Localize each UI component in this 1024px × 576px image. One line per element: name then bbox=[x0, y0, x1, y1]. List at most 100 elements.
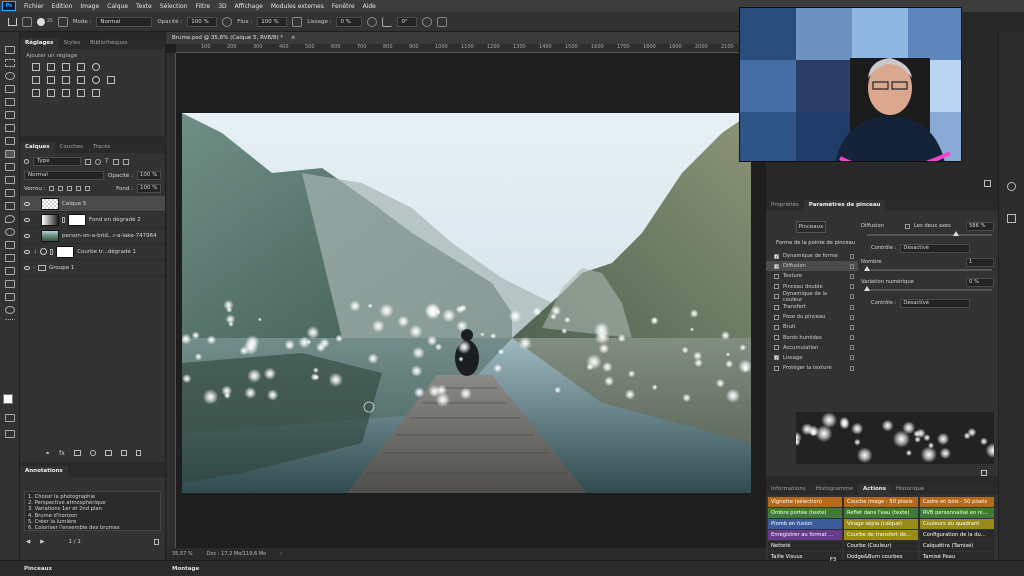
slider-knob[interactable] bbox=[952, 231, 959, 236]
gradient-map-icon[interactable] bbox=[77, 89, 85, 97]
filter-type-icon[interactable]: T bbox=[105, 158, 109, 165]
pressure-size-icon[interactable] bbox=[422, 16, 433, 27]
brush-option-row[interactable]: Transfert bbox=[766, 302, 858, 312]
tab-bibliotheques[interactable]: Bibliothèques bbox=[85, 38, 132, 49]
count-slider[interactable] bbox=[864, 266, 992, 271]
brush-option-row[interactable]: ✓ Lissage bbox=[766, 353, 858, 363]
both-axes-checkbox[interactable] bbox=[905, 223, 910, 229]
channel-mixer-icon[interactable] bbox=[92, 76, 100, 84]
opacity-field[interactable]: 100 % bbox=[187, 16, 218, 27]
trash-icon[interactable] bbox=[135, 450, 141, 456]
angle-field[interactable]: 0° bbox=[397, 16, 418, 27]
menu-edition[interactable]: Edition bbox=[48, 3, 77, 10]
gradient-tool-icon[interactable] bbox=[4, 202, 15, 210]
checkbox[interactable] bbox=[774, 314, 779, 320]
gear-icon[interactable] bbox=[367, 16, 378, 27]
chevron-right-icon[interactable]: › bbox=[33, 265, 35, 271]
tab-historique[interactable]: Historique bbox=[891, 484, 929, 495]
brush-preset-picker[interactable]: 25 bbox=[37, 17, 53, 26]
menu-3d[interactable]: 3D bbox=[214, 3, 230, 10]
screen-mode-icon[interactable] bbox=[5, 430, 15, 438]
brush-tip-shape-label[interactable]: Forme de la pointe de pinceau bbox=[766, 240, 858, 251]
lock-icon[interactable] bbox=[850, 263, 854, 269]
checkbox[interactable] bbox=[774, 294, 779, 300]
action-button[interactable]: Cadre en bois - 50 pixels bbox=[920, 497, 994, 507]
layer-row[interactable]: Calque 5 bbox=[20, 196, 165, 212]
add-swatch-icon[interactable] bbox=[984, 180, 991, 187]
layer-opacity-field[interactable]: 100 % bbox=[136, 171, 161, 180]
control2-select[interactable]: Désactivé bbox=[900, 298, 971, 308]
action-button[interactable]: Plomb en fusion bbox=[768, 519, 842, 529]
lock-icon[interactable] bbox=[850, 324, 854, 330]
brush-option-row[interactable]: ✓ Dynamique de forme bbox=[766, 251, 858, 261]
layer-row[interactable]: Fond en dégradé 2 bbox=[20, 212, 165, 228]
control-select[interactable]: Désactivé bbox=[900, 243, 971, 253]
clone-stamp-tool-icon[interactable] bbox=[4, 163, 15, 171]
checkbox[interactable] bbox=[774, 284, 779, 290]
action-button[interactable]: Couche image - 50 pixels bbox=[844, 497, 918, 507]
mode-select[interactable]: Normal bbox=[96, 16, 153, 27]
arrow-right-icon[interactable]: ▶ bbox=[40, 539, 44, 545]
lock-icon[interactable] bbox=[850, 253, 854, 259]
action-button[interactable]: Courbe (Couleur) bbox=[844, 541, 918, 551]
document-info[interactable]: Doc : 17,2 Mo/119,6 Mo bbox=[207, 551, 267, 557]
brush-option-row[interactable]: Texture bbox=[766, 271, 858, 281]
close-icon[interactable]: × bbox=[291, 35, 296, 41]
layer-name[interactable]: Groupe 1 bbox=[49, 265, 74, 271]
hand-tool-icon[interactable] bbox=[4, 293, 15, 301]
slider-knob[interactable] bbox=[864, 266, 870, 271]
eye-icon[interactable] bbox=[24, 233, 30, 238]
healing-brush-tool-icon[interactable] bbox=[4, 137, 15, 145]
checkbox[interactable] bbox=[774, 345, 779, 351]
action-button[interactable]: Couleurs du quadrant bbox=[920, 519, 994, 529]
scatter-slider[interactable] bbox=[867, 231, 992, 236]
menu-affichage[interactable]: Affichage bbox=[231, 3, 267, 10]
checkbox[interactable] bbox=[774, 365, 779, 371]
chevron-right-icon[interactable]: › bbox=[280, 551, 282, 557]
invert-icon[interactable] bbox=[32, 89, 40, 97]
lock-icon[interactable] bbox=[850, 304, 854, 310]
count-variation-field[interactable]: 0 % bbox=[966, 277, 994, 287]
3d-cube-icon[interactable] bbox=[1007, 214, 1016, 223]
hue-saturation-icon[interactable] bbox=[32, 76, 40, 84]
checkbox[interactable] bbox=[774, 304, 779, 310]
checkbox[interactable] bbox=[774, 273, 779, 279]
brush-option-row[interactable]: ✓ Diffusion bbox=[766, 261, 858, 272]
action-button[interactable]: Enregistrer au format ... bbox=[768, 530, 842, 540]
tab-parametres-pinceau[interactable]: Paramètres de pinceau bbox=[803, 200, 886, 211]
checkbox[interactable]: ✓ bbox=[774, 263, 779, 269]
layer-name[interactable]: Courbe tr...dégradé 1 bbox=[77, 249, 136, 255]
zoom-level[interactable]: 35,57 % bbox=[172, 551, 193, 557]
menu-aide[interactable]: Aide bbox=[359, 3, 380, 10]
type-tool-icon[interactable] bbox=[4, 254, 15, 262]
action-button[interactable]: Courbe de transfert de... bbox=[844, 530, 918, 540]
brightness-icon[interactable] bbox=[32, 63, 40, 71]
brush-option-row[interactable]: Protéger la texture bbox=[766, 363, 858, 373]
tab-informations[interactable]: Informations bbox=[766, 484, 811, 495]
pressure-opacity-icon[interactable] bbox=[222, 16, 233, 27]
filter-shape-icon[interactable] bbox=[112, 158, 119, 165]
menu-calque[interactable]: Calque bbox=[103, 3, 132, 10]
posterize-icon[interactable] bbox=[47, 89, 55, 97]
zoom-tool-icon[interactable] bbox=[4, 306, 15, 314]
layer-filter-select[interactable]: Type bbox=[33, 157, 81, 166]
eye-icon[interactable] bbox=[24, 217, 30, 222]
annotations-text[interactable]: 1. Choisir la photographie 2. Perspectiv… bbox=[24, 491, 161, 531]
brush-settings-icon[interactable] bbox=[57, 16, 68, 27]
vibrance-icon[interactable] bbox=[92, 63, 100, 71]
new-group-icon[interactable] bbox=[104, 450, 112, 456]
checkbox[interactable] bbox=[774, 324, 779, 330]
layer-row[interactable]: person-on-a-brid...r-a-lake-747964 bbox=[20, 228, 165, 244]
action-button[interactable]: Vignette (sélection) bbox=[768, 497, 842, 507]
eyedropper-tool-icon[interactable] bbox=[4, 124, 15, 132]
tab-calques[interactable]: Calques bbox=[20, 142, 55, 153]
path-selection-tool-icon[interactable] bbox=[4, 267, 15, 275]
symmetry-icon[interactable] bbox=[437, 16, 448, 27]
brush-tool-icon[interactable] bbox=[4, 150, 15, 158]
menu-fichier[interactable]: Fichier bbox=[20, 3, 48, 10]
eraser-tool-icon[interactable] bbox=[4, 189, 15, 197]
filter-pixel-icon[interactable] bbox=[85, 158, 91, 165]
tab-annotations[interactable]: Annotations bbox=[20, 466, 68, 477]
marquee-tool-icon[interactable] bbox=[4, 59, 15, 67]
foreground-color-swatch[interactable] bbox=[3, 394, 13, 404]
